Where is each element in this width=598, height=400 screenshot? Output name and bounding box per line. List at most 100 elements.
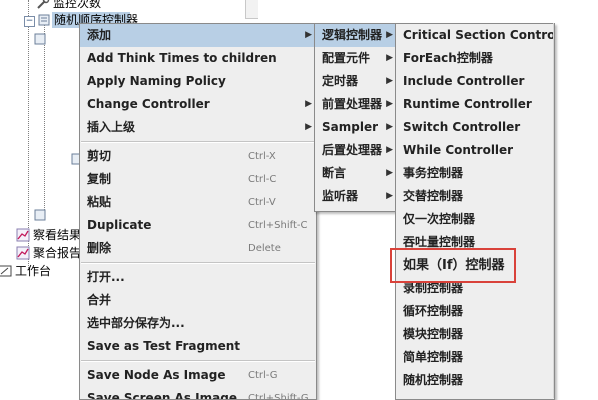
controller-icon (37, 13, 51, 27)
submenu-arrow-icon: ▶ (305, 30, 312, 40)
menu-item-listener[interactable]: 监听器 ▶ (315, 185, 397, 208)
menu-item-label: Critical Section Controller (403, 28, 555, 42)
submenu-arrow-icon: ▶ (305, 99, 312, 109)
menu-item-shortcut: Ctrl-X (248, 151, 276, 162)
menu-item-duplicate[interactable]: Duplicate Ctrl+Shift-C (80, 214, 316, 237)
menu-item-apply-naming-policy[interactable]: Apply Naming Policy (80, 70, 316, 93)
tree-node[interactable] (33, 206, 50, 224)
menu-item-label: 录制控制器 (403, 281, 464, 295)
menu-item-label: 交替控制器 (403, 189, 464, 203)
tree-node-label: 监控次数 (53, 0, 102, 10)
menu-item-cut[interactable]: 剪切 Ctrl-X (80, 145, 316, 168)
menu-item-include-controller[interactable]: Include Controller (396, 70, 554, 93)
menu-item-post-processor[interactable]: 后置处理器 ▶ (315, 139, 397, 162)
menu-item-label: 吞吐量控制器 (403, 235, 476, 249)
menu-item-copy[interactable]: 复制 Ctrl-C (80, 168, 316, 191)
submenu-arrow-icon: ▶ (305, 122, 312, 132)
menu-item-save-node-as-image[interactable]: Save Node As Image Ctrl-G (80, 364, 316, 387)
menu-item-paste[interactable]: 粘贴 Ctrl-V (80, 191, 316, 214)
add-submenu: 逻辑控制器 ▶ 配置元件 ▶ 定时器 ▶ 前置处理器 ▶ Sampler ▶ 后… (314, 23, 398, 212)
menu-separator (81, 141, 315, 143)
menu-item-change-controller[interactable]: Change Controller ▶ (80, 93, 316, 116)
menu-item-label: 剪切 (87, 149, 112, 163)
menu-item-label: 定时器 (322, 74, 359, 88)
menu-item-label: Save Node As Image (87, 368, 226, 382)
context-menu: 添加 ▶ Add Think Times to children Apply N… (79, 23, 317, 400)
tree-node-label: 聚合报告 (33, 246, 82, 260)
menu-item-pre-processor[interactable]: 前置处理器 ▶ (315, 93, 397, 116)
menu-separator (81, 262, 315, 264)
menu-item-label: 复制 (87, 172, 112, 186)
menu-item-label: 选中部分保存为... (87, 316, 185, 330)
menu-item-shortcut: Ctrl+Shift-G (248, 393, 309, 400)
submenu-arrow-icon: ▶ (386, 122, 393, 132)
menu-item-transaction-controller[interactable]: 事务控制器 (396, 162, 554, 185)
listener-graph-icon (16, 246, 30, 260)
menu-item-shortcut: Delete (248, 243, 281, 254)
tree-node[interactable] (33, 30, 50, 48)
menu-item-label: Duplicate (87, 218, 152, 232)
submenu-arrow-icon: ▶ (386, 76, 393, 86)
menu-item-config-element[interactable]: 配置元件 ▶ (315, 47, 397, 70)
menu-item-label: 仅一次控制器 (403, 212, 476, 226)
submenu-arrow-icon: ▶ (386, 145, 393, 155)
menu-item-label: Save as Test Fragment (87, 339, 241, 353)
menu-item-sampler[interactable]: Sampler ▶ (315, 116, 397, 139)
menu-item-label: Include Controller (403, 74, 525, 88)
submenu-arrow-icon: ▶ (386, 30, 393, 40)
menu-item-delete[interactable]: 删除 Delete (80, 237, 316, 260)
collapse-toggle-icon[interactable]: − (24, 16, 35, 27)
menu-item-label: 配置元件 (322, 51, 371, 65)
menu-item-shortcut: Ctrl-V (248, 197, 276, 208)
menu-item-add[interactable]: 添加 ▶ (80, 24, 316, 47)
menu-item-label: 简单控制器 (403, 350, 464, 364)
tree-node[interactable]: 聚合报告 (16, 244, 81, 262)
menu-item-shortcut: Ctrl-C (248, 174, 277, 185)
menu-item-random-controller[interactable]: 随机控制器 (396, 369, 554, 392)
listener-graph-icon (16, 228, 30, 242)
menu-item-shortcut: Ctrl+Shift-C (248, 220, 308, 231)
logic-controller-submenu: Critical Section Controller ForEach控制器 I… (395, 23, 555, 400)
menu-item-module-controller[interactable]: 模块控制器 (396, 323, 554, 346)
menu-item-logic-controller[interactable]: 逻辑控制器 ▶ (315, 24, 397, 47)
menu-item-add-think-times[interactable]: Add Think Times to children (80, 47, 316, 70)
tree-node-label: 工作台 (15, 264, 52, 278)
menu-separator (81, 360, 315, 362)
tree-node[interactable]: 工作台 (0, 262, 51, 280)
menu-item-label: 断言 (322, 166, 347, 180)
menu-item-label: Add Think Times to children (87, 51, 277, 65)
menu-item-insert-parent[interactable]: 插入上级 ▶ (80, 116, 316, 139)
menu-item-label: While Controller (403, 143, 514, 157)
menu-item-timer[interactable]: 定时器 ▶ (315, 70, 397, 93)
menu-item-open[interactable]: 打开... (80, 266, 316, 289)
annotation-highlight-box (390, 248, 516, 283)
menu-item-simple-controller[interactable]: 简单控制器 (396, 346, 554, 369)
menu-item-save-selection-as[interactable]: 选中部分保存为... (80, 312, 316, 335)
menu-item-once-only-controller[interactable]: 仅一次控制器 (396, 208, 554, 231)
menu-item-critical-section-controller[interactable]: Critical Section Controller (396, 24, 554, 47)
menu-item-foreach-controller[interactable]: ForEach控制器 (396, 47, 554, 70)
menu-item-label: 逻辑控制器 (322, 28, 383, 42)
menu-item-interleave-controller[interactable]: 交替控制器 (396, 185, 554, 208)
menu-item-loop-controller[interactable]: 循环控制器 (396, 300, 554, 323)
controller-icon (33, 32, 47, 46)
menu-item-shortcut: Ctrl-G (248, 370, 278, 381)
menu-item-label: 添加 (87, 28, 112, 42)
menu-item-assertion[interactable]: 断言 ▶ (315, 162, 397, 185)
menu-item-label: 随机控制器 (403, 373, 464, 387)
submenu-arrow-icon: ▶ (386, 191, 393, 201)
workbench-icon (0, 264, 12, 278)
menu-item-label: 事务控制器 (403, 166, 464, 180)
panel-divider (553, 23, 554, 398)
tree-scroll-gutter (245, 0, 258, 19)
menu-item-label: Change Controller (87, 97, 210, 111)
menu-item-label: 打开... (87, 270, 125, 284)
menu-item-while-controller[interactable]: While Controller (396, 139, 554, 162)
menu-item-merge[interactable]: 合并 (80, 289, 316, 312)
menu-item-runtime-controller[interactable]: Runtime Controller (396, 93, 554, 116)
menu-item-save-screen-as-image[interactable]: Save Screen As Image Ctrl+Shift-G (80, 387, 316, 400)
menu-item-switch-controller[interactable]: Switch Controller (396, 116, 554, 139)
tree-connector-line (44, 18, 45, 218)
menu-item-label: 粘贴 (87, 195, 112, 209)
menu-item-save-as-test-fragment[interactable]: Save as Test Fragment (80, 335, 316, 358)
